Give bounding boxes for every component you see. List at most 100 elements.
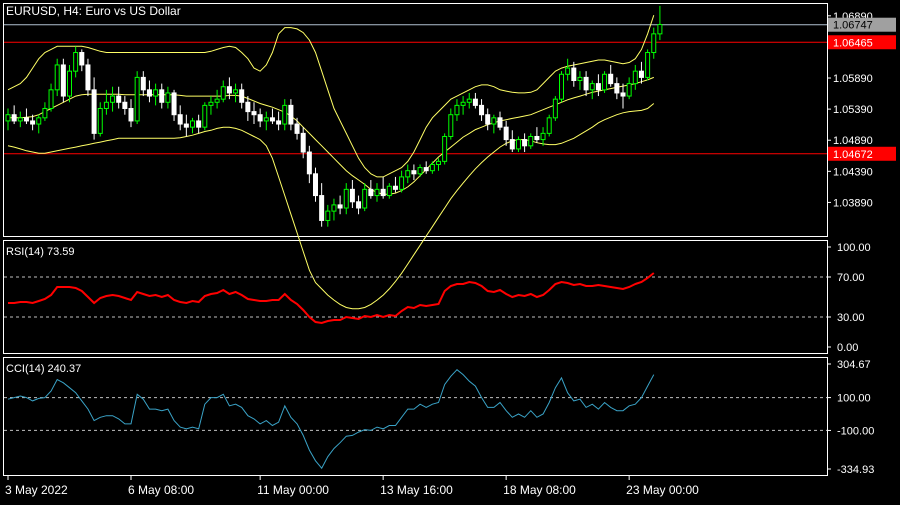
candle-body <box>313 173 318 197</box>
candle[interactable] <box>552 96 558 121</box>
candle-body <box>405 170 411 178</box>
candle[interactable] <box>202 102 208 131</box>
candle-body <box>442 135 448 162</box>
cci-tick-label: -334.93 <box>837 464 874 476</box>
candle[interactable] <box>60 58 66 103</box>
candle-body <box>399 176 405 190</box>
candle-body <box>552 98 558 119</box>
candle[interactable] <box>546 114 552 137</box>
candle-body <box>300 132 306 153</box>
candle-body <box>651 33 657 54</box>
chart-canvas[interactable]: 1.068901.058901.053901.048901.043901.038… <box>0 0 900 500</box>
candle-body <box>245 101 251 113</box>
candle-body <box>146 89 152 97</box>
rsi-tick-label: 30.00 <box>837 312 865 324</box>
candle-body <box>116 95 122 103</box>
candle-body <box>349 188 355 203</box>
candle-body <box>577 76 583 82</box>
candle-body <box>565 67 571 75</box>
candle-body <box>534 135 540 141</box>
cci-tick-label: -100.00 <box>837 425 874 437</box>
cci-tick-label: 100.00 <box>837 393 871 405</box>
candle-body <box>380 188 386 197</box>
time-tick-label: 11 May 00:00 <box>257 483 329 497</box>
candle-body <box>190 120 195 128</box>
candle-body <box>60 64 66 97</box>
chart-title: EURUSD, H4: Euro vs US Dollar <box>6 4 181 18</box>
candle-body <box>128 107 134 122</box>
candle-body <box>11 114 17 122</box>
candle-body <box>319 195 325 221</box>
candle-body <box>559 73 564 100</box>
candle-body <box>515 139 521 150</box>
candle-body <box>30 120 36 125</box>
candle-body <box>429 163 435 172</box>
candle-body <box>140 76 146 91</box>
time-tick-label: 13 May 16:00 <box>380 483 453 497</box>
candle-body <box>239 89 245 103</box>
candle-body <box>583 76 589 91</box>
candle-body <box>472 98 478 106</box>
candle-body <box>23 117 29 122</box>
cci-tick-label: 304.67 <box>837 359 871 371</box>
candle-body <box>233 89 239 94</box>
candle-body <box>423 167 429 172</box>
chart-background <box>0 0 900 500</box>
candle-body <box>214 98 220 103</box>
candle-body <box>208 101 214 106</box>
candle[interactable] <box>602 71 608 93</box>
candle-body <box>368 188 374 197</box>
cci-label: CCI(14) 240.37 <box>6 363 81 375</box>
price-tag-lower-text: 1.04672 <box>833 149 873 161</box>
candle[interactable] <box>645 49 651 81</box>
price-tag-upper-text: 1.06465 <box>833 37 873 49</box>
candle[interactable] <box>134 71 140 125</box>
candle-body <box>251 111 257 116</box>
candle-body <box>79 52 85 66</box>
candle-body <box>614 83 620 94</box>
candle-body <box>522 139 528 147</box>
candle-body <box>356 201 362 209</box>
candle-body <box>571 67 577 82</box>
current-price-tag-text: 1.06747 <box>833 20 873 32</box>
candle-body <box>110 95 116 103</box>
candle-body <box>479 104 485 116</box>
candle-body <box>491 117 497 125</box>
candle-body <box>103 101 109 109</box>
candle-body <box>257 114 263 122</box>
candle-body <box>460 101 466 106</box>
candle-body <box>503 126 509 141</box>
candle-body <box>392 185 398 190</box>
candle-body <box>202 104 208 128</box>
time-tick-label: 3 May 2022 <box>5 483 68 497</box>
candle-body <box>386 185 392 197</box>
time-tick-label: 23 May 00:00 <box>626 483 699 497</box>
candle-body <box>196 120 202 128</box>
candle-body <box>608 73 614 85</box>
candle[interactable] <box>559 71 564 103</box>
candle-body <box>48 89 54 109</box>
candle-body <box>485 114 491 125</box>
candle-body <box>36 117 42 125</box>
time-tick-label: 6 May 08:00 <box>128 483 194 497</box>
candle-body <box>595 83 601 91</box>
candle-body <box>226 86 232 94</box>
candle[interactable] <box>442 133 448 165</box>
candle-body <box>269 117 275 122</box>
candle-body <box>645 52 651 78</box>
candle-body <box>5 114 11 122</box>
candle-body <box>159 89 165 103</box>
candle-body <box>602 73 608 91</box>
candle-body <box>67 70 72 97</box>
candle-body <box>54 64 60 91</box>
candle-body <box>42 107 48 119</box>
candle-body <box>626 83 632 97</box>
candle-body <box>374 188 380 197</box>
candle-body <box>183 123 189 128</box>
candle-body <box>97 107 103 134</box>
price-tick-label: 1.04890 <box>833 135 873 147</box>
candle-body <box>17 117 23 122</box>
candle-body <box>282 104 288 125</box>
chart-window[interactable]: 1.06890 1.05890 1.05390 1.04890 1.04390 1.038… <box>0 0 900 500</box>
rsi-tick-label: 0.00 <box>837 342 858 354</box>
